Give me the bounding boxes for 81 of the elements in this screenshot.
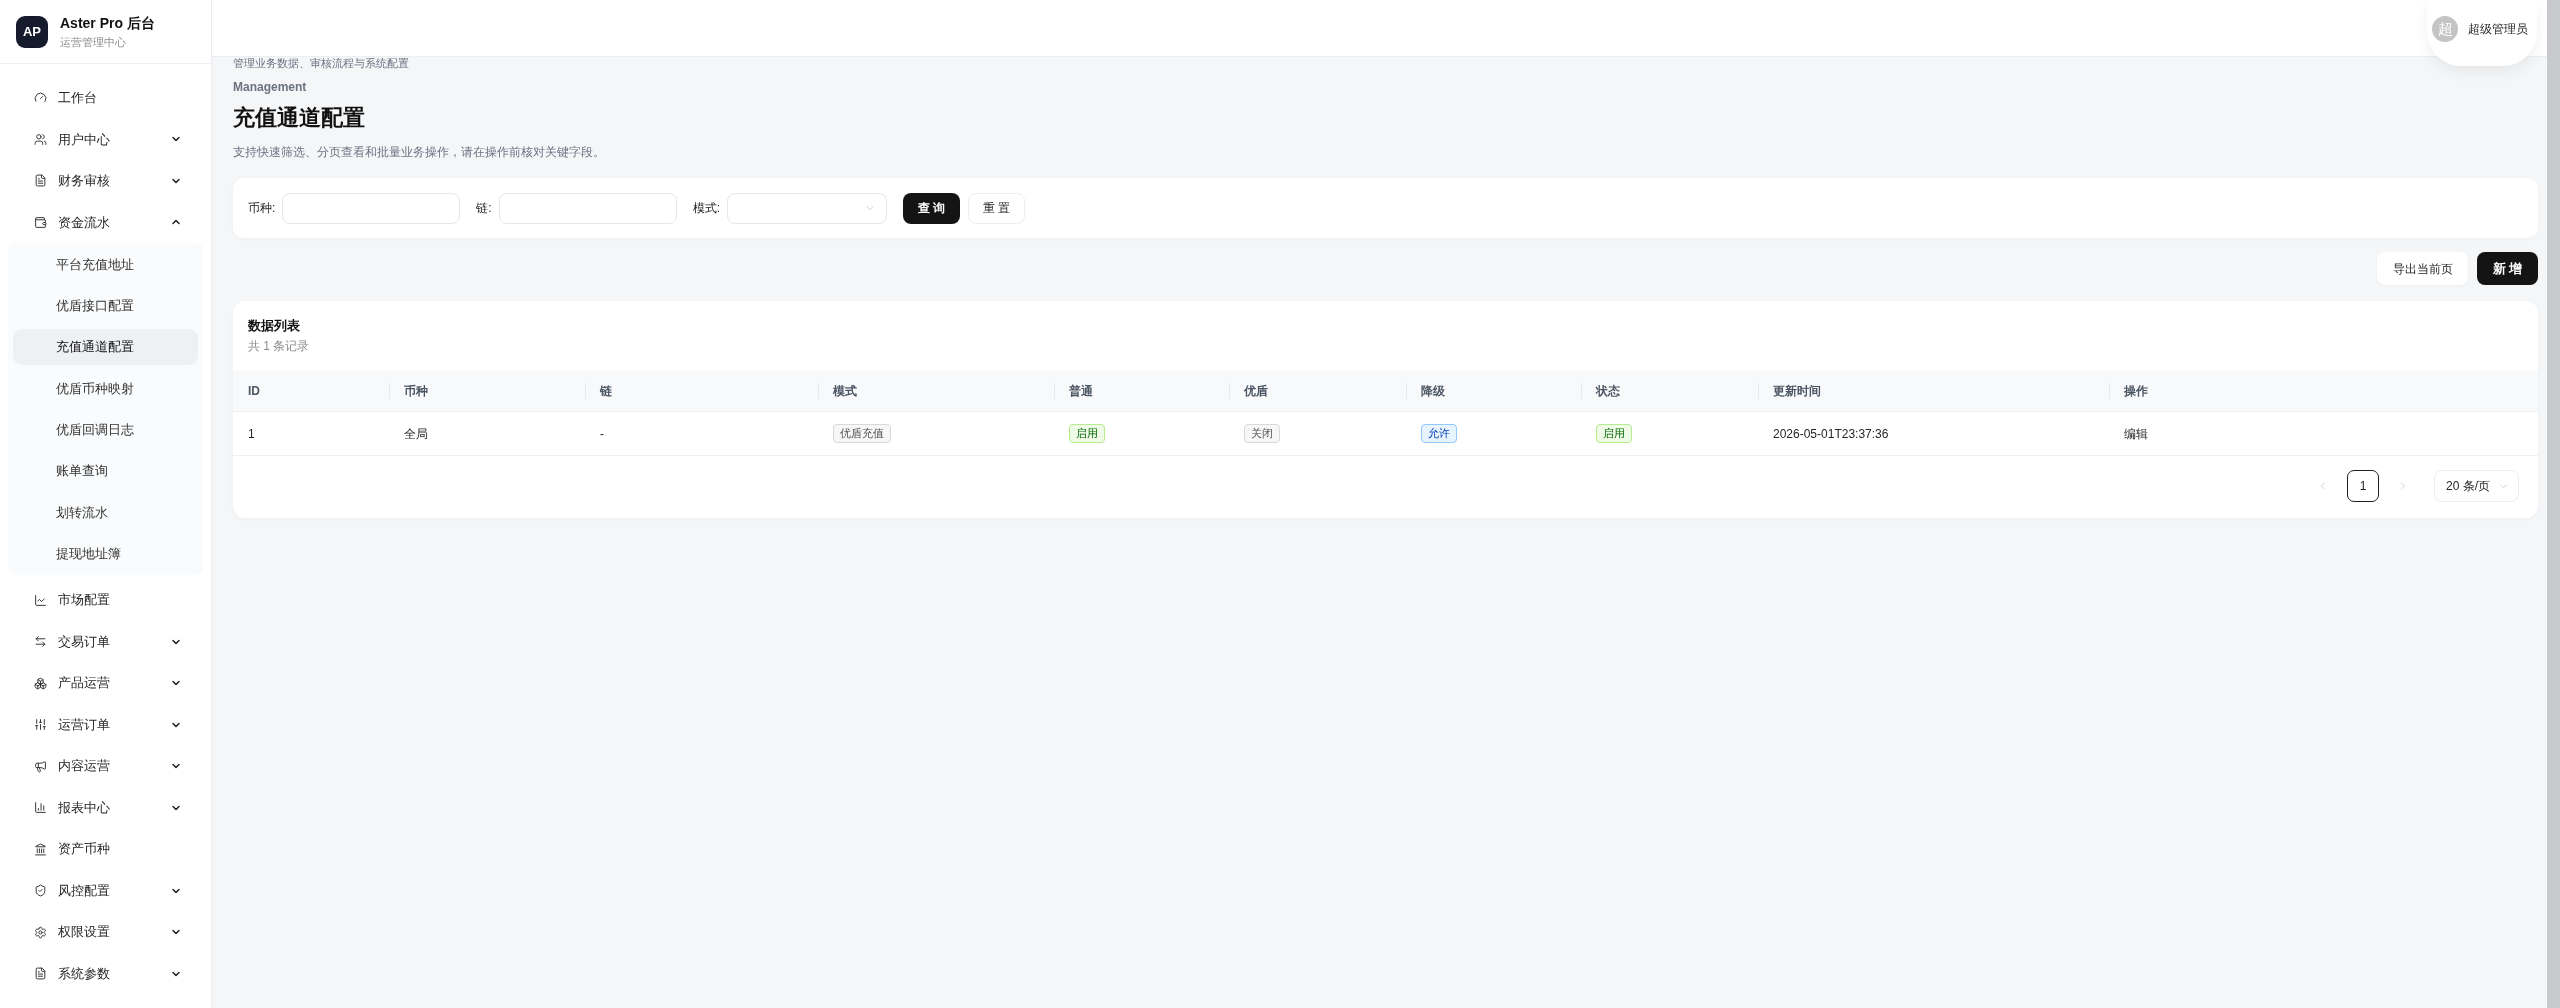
user-name: 超级管理员 xyxy=(2468,21,2528,38)
bar-chart-icon xyxy=(34,801,47,815)
settings-icon xyxy=(34,925,47,939)
table-title: 数据列表 xyxy=(248,317,301,335)
document-icon xyxy=(34,174,47,188)
submenu-item[interactable]: 平台充值地址 xyxy=(13,246,198,283)
page-description: 支持快速筛选、分页查看和批量业务操作，请在操作前核对关键字段。 xyxy=(233,144,606,161)
secondary-button[interactable]: 导出当前页 xyxy=(2377,252,2468,285)
nav-item[interactable]: 资金流水 xyxy=(0,201,211,243)
submenu-item[interactable]: 提现地址簿 xyxy=(13,535,198,572)
primary-button[interactable]: 查 询 xyxy=(903,192,961,224)
status-tag: 启用 xyxy=(1596,424,1632,443)
bank-icon xyxy=(34,842,47,856)
app-subtitle: 运营管理中心 xyxy=(60,34,127,50)
column-header: 降级 xyxy=(1421,382,1445,400)
logo-mark: AP xyxy=(16,15,48,48)
nav-item[interactable]: 产品运营 xyxy=(0,662,211,704)
page-title: 充值通道配置 xyxy=(233,104,366,132)
page-button[interactable]: 1 xyxy=(2347,470,2379,502)
nav-item[interactable]: 市场配置 xyxy=(0,579,211,621)
arrows-icon xyxy=(34,635,47,649)
avatar: 超 xyxy=(2432,16,2458,42)
column-header: 链 xyxy=(600,382,612,400)
nav-item[interactable]: 财务审核 xyxy=(0,160,211,202)
field-label: 模式: xyxy=(692,200,721,217)
table-cell-text: 1 xyxy=(248,425,255,443)
column-header: 更新时间 xyxy=(1773,382,1821,400)
input-field[interactable] xyxy=(282,192,461,224)
page-subtitle: 管理业务数据、审核流程与系统配置 xyxy=(233,56,410,70)
column-header: 操作 xyxy=(2124,382,2148,400)
line-chart-icon xyxy=(34,593,47,607)
nav-item[interactable]: 工作台 xyxy=(0,77,211,119)
record-count: 共 1 条记录 xyxy=(248,338,311,354)
submenu-item[interactable]: 优盾接口配置 xyxy=(13,287,198,324)
column-header: 币种 xyxy=(404,382,428,400)
edit-link[interactable]: 编辑 xyxy=(2124,424,2148,443)
page-eyebrow: Management xyxy=(233,79,308,95)
nav-item[interactable]: 风控配置 xyxy=(0,869,211,912)
submenu-item[interactable]: 账单查询 xyxy=(13,453,198,490)
submenu-item[interactable]: 划转流水 xyxy=(13,494,198,531)
gauge-icon xyxy=(34,91,47,105)
submenu-item[interactable]: 充值通道配置 xyxy=(13,329,198,366)
scrollbar[interactable] xyxy=(2547,0,2560,1008)
primary-button[interactable]: 新 增 xyxy=(2477,252,2538,285)
select-field[interactable] xyxy=(727,192,888,224)
column-header: 模式 xyxy=(833,382,857,400)
users-icon xyxy=(34,132,47,146)
app-title: Aster Pro 后台 xyxy=(60,13,155,32)
boxes-icon xyxy=(34,676,47,690)
submenu-item[interactable]: 优盾币种映射 xyxy=(13,370,198,407)
table-cell-text: 全局 xyxy=(404,425,428,443)
table-cell-text: - xyxy=(600,425,604,443)
nav-item[interactable]: 运营订单 xyxy=(0,703,211,746)
column-header: 优盾 xyxy=(1244,382,1268,400)
input-field[interactable] xyxy=(498,192,677,224)
column-header: 普通 xyxy=(1069,382,1093,400)
status-tag: 允许 xyxy=(1421,424,1457,443)
field-label: 链: xyxy=(476,200,492,217)
status-tag: 优盾充值 xyxy=(833,424,891,443)
column-header: ID xyxy=(248,382,260,400)
nav-item[interactable]: 内容运营 xyxy=(0,745,211,787)
document-icon xyxy=(34,967,47,981)
page-size-select[interactable]: 20 条/页 xyxy=(2434,470,2519,502)
nav-item[interactable]: 系统参数 xyxy=(0,952,211,995)
field-label: 币种: xyxy=(248,200,276,217)
user-menu[interactable]: 超 超级管理员 xyxy=(2427,0,2537,66)
table-cell-text: 2026-05-01T23:37:36 xyxy=(1773,425,1889,443)
nav-item[interactable]: 交易订单 xyxy=(0,620,211,663)
nav-item[interactable]: 报表中心 xyxy=(0,786,211,829)
nav-item[interactable]: 资产币种 xyxy=(0,828,211,870)
sliders-icon xyxy=(34,718,47,732)
shield-check-icon xyxy=(34,884,47,898)
secondary-button[interactable]: 重 置 xyxy=(968,192,1026,224)
wallet-icon xyxy=(34,215,47,229)
submenu-item[interactable]: 优盾回调日志 xyxy=(13,411,198,448)
nav-item[interactable]: 权限设置 xyxy=(0,911,211,953)
column-header: 状态 xyxy=(1596,382,1620,400)
status-tag: 启用 xyxy=(1069,424,1105,443)
megaphone-icon xyxy=(34,759,47,773)
nav-item[interactable]: 用户中心 xyxy=(0,118,211,160)
status-tag: 关闭 xyxy=(1244,424,1280,443)
